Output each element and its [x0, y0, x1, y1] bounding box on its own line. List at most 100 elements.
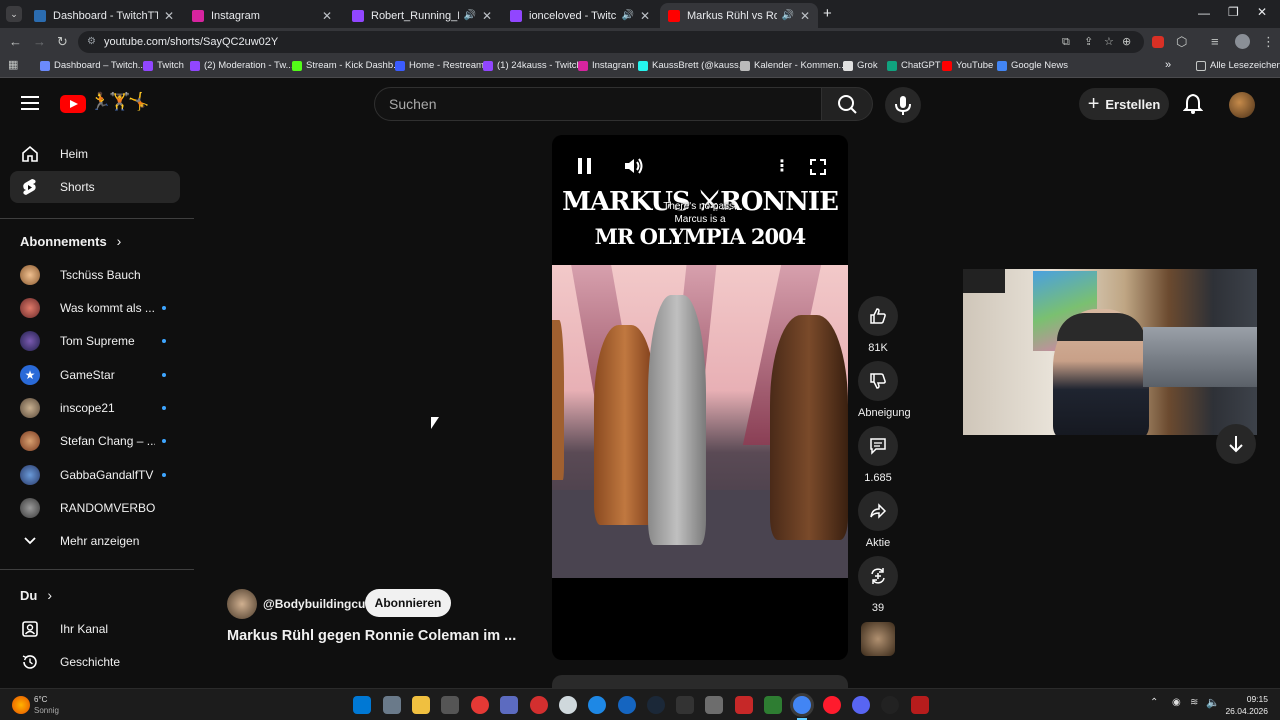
bookmark-item[interactable]: Instagram: [578, 60, 634, 71]
shorts-player[interactable]: ⋮ MARKUS ⚔RONNIE MR OLYMPIA 2004 There's…: [552, 135, 848, 660]
youtube-logo[interactable]: [60, 95, 86, 113]
taskbar-app-discord[interactable]: [852, 696, 870, 714]
taskbar-app-edge[interactable]: [618, 696, 636, 714]
taskbar-app-opera[interactable]: [823, 696, 841, 714]
next-short-button[interactable]: [1216, 424, 1256, 464]
bookmark-item[interactable]: (2) Moderation - Tw...: [190, 60, 294, 71]
fullscreen-icon[interactable]: [809, 158, 827, 176]
show-more-button[interactable]: Mehr anzeigen: [10, 525, 180, 557]
apps-grid-icon[interactable]: ▦: [8, 58, 18, 71]
taskbar-app-stream2[interactable]: [911, 696, 929, 714]
share-button[interactable]: [858, 491, 898, 531]
share-action[interactable]: Aktie: [858, 491, 898, 549]
network-icon[interactable]: ◉: [1172, 697, 1181, 708]
site-info-icon[interactable]: ⚙: [87, 31, 96, 53]
channel-name[interactable]: @Bodybuildingcut: [263, 597, 369, 611]
like-action[interactable]: 81K: [858, 296, 898, 354]
account-avatar[interactable]: [1229, 92, 1255, 118]
clock-date[interactable]: 26.04.2026: [1218, 706, 1268, 716]
taskbar-app-blue[interactable]: [588, 696, 606, 714]
taskbar-app-epic[interactable]: [676, 696, 694, 714]
audio-track-thumbnail[interactable]: [861, 622, 895, 656]
back-icon[interactable]: ←: [9, 34, 22, 49]
speaker-icon[interactable]: 🔊: [781, 10, 793, 21]
taskbar-app-red[interactable]: [471, 696, 489, 714]
bookmark-item[interactable]: Home - Restream: [395, 60, 484, 71]
bookmark-item[interactable]: Grok: [843, 60, 878, 71]
notifications-button[interactable]: [1182, 93, 1204, 120]
subscription-item[interactable]: GabbaGandalfTV: [10, 459, 180, 491]
more-options-icon[interactable]: ⋮: [774, 156, 790, 176]
voice-search-button[interactable]: [885, 87, 921, 123]
bookmark-item[interactable]: Kalender - Kommen...: [740, 60, 846, 71]
sidebar-item-home[interactable]: Heim: [10, 138, 180, 170]
tray-overflow-icon[interactable]: ⌃: [1150, 697, 1158, 708]
taskbar-app-calculator[interactable]: [383, 696, 401, 714]
start-button[interactable]: [353, 696, 371, 714]
profile-avatar[interactable]: [1235, 34, 1250, 49]
wifi-icon[interactable]: ≋: [1190, 697, 1198, 708]
bookmark-item[interactable]: Dashboard – Twitch...: [40, 60, 146, 71]
taskbar-app-black[interactable]: [881, 696, 899, 714]
subscriptions-header[interactable]: Abonnements ›: [20, 233, 121, 249]
search-input[interactable]: Suchen: [374, 87, 822, 121]
comments-button[interactable]: [858, 426, 898, 466]
more-bookmarks-icon[interactable]: »: [1165, 59, 1171, 71]
minimize-button[interactable]: —: [1198, 6, 1210, 20]
weather-temp[interactable]: 6°C: [34, 695, 47, 704]
tab-robert-running-dad[interactable]: Robert_Running_Dad - Twitch 🔊 ✕: [344, 3, 500, 28]
pause-icon[interactable]: [578, 158, 592, 174]
tab-dashboard[interactable]: Dashboard - TwitchTTS ✕: [26, 3, 182, 28]
next-short-preview[interactable]: [552, 675, 848, 688]
subscribe-button[interactable]: Abonnieren: [365, 589, 451, 617]
dislike-action[interactable]: Abneigung: [858, 361, 911, 419]
translate-icon[interactable]: ⧉: [1062, 31, 1070, 53]
media-control-icon[interactable]: ≡: [1211, 34, 1219, 49]
close-tab-icon[interactable]: ✕: [640, 9, 650, 23]
adblock-extension-icon[interactable]: [1152, 36, 1164, 48]
taskbar-app-steam[interactable]: [647, 696, 665, 714]
sidebar-item-history[interactable]: Geschichte: [10, 646, 180, 678]
close-tab-icon[interactable]: ✕: [164, 9, 174, 23]
tab-youtube-active[interactable]: Markus Rühl vs Ronnie Cole... 🔊 ✕: [660, 3, 818, 28]
sidebar-item-your-channel[interactable]: Ihr Kanal: [10, 613, 180, 645]
taskbar-app-recorder[interactable]: [530, 696, 548, 714]
new-tab-button[interactable]: +: [823, 5, 832, 22]
all-bookmarks-folder[interactable]: Alle Lesezeichen: [1196, 60, 1280, 71]
taskbar-app-chrome[interactable]: [793, 696, 811, 714]
sidebar-item-shorts[interactable]: Shorts: [10, 171, 180, 203]
extensions-icon[interactable]: ⬡: [1176, 34, 1187, 50]
browser-menu-icon[interactable]: ⋮: [1262, 34, 1275, 50]
speaker-icon[interactable]: 🔊: [621, 10, 633, 21]
menu-icon[interactable]: [21, 96, 39, 110]
address-bar[interactable]: ⚙ youtube.com/shorts/SayQC2uw02Y ⧉ ⇪ ☆ ⊕: [78, 31, 1144, 53]
close-tab-icon[interactable]: ✕: [482, 9, 492, 23]
bookmark-item[interactable]: ChatGPT: [887, 60, 941, 71]
subscription-item[interactable]: Was kommt als ...: [10, 292, 180, 324]
remix-action[interactable]: 39: [858, 556, 898, 614]
weather-icon[interactable]: [12, 696, 30, 714]
speaker-icon[interactable]: 🔊: [463, 10, 475, 21]
bookmark-item[interactable]: (1) 24kauss - Twitch: [483, 60, 582, 71]
subscription-item[interactable]: Tom Supreme: [10, 325, 180, 357]
taskbar-app-settings[interactable]: [705, 696, 723, 714]
like-button[interactable]: [858, 296, 898, 336]
taskbar-app-stream[interactable]: [735, 696, 753, 714]
reload-icon[interactable]: ↻: [57, 34, 68, 50]
taskbar-app-green[interactable]: [764, 696, 782, 714]
forward-icon[interactable]: →: [33, 34, 46, 49]
volume-icon[interactable]: [622, 155, 644, 177]
zoom-icon[interactable]: ⊕: [1122, 31, 1131, 53]
subscription-item[interactable]: ★ GameStar: [10, 359, 180, 391]
bookmark-star-icon[interactable]: ☆: [1104, 31, 1114, 53]
taskbar-app-mouse[interactable]: [441, 696, 459, 714]
tab-list-button[interactable]: ⌄: [6, 6, 22, 22]
tab-ionceloved[interactable]: ionceloved - Twitch 🔊 ✕: [502, 3, 658, 28]
comments-action[interactable]: 1.685: [858, 426, 898, 484]
channel-avatar[interactable]: [227, 589, 257, 619]
create-button[interactable]: + Erstellen: [1079, 88, 1169, 120]
tab-instagram[interactable]: Instagram ✕: [184, 3, 340, 28]
bookmark-item[interactable]: Stream - Kick Dashb...: [292, 60, 401, 71]
subscription-item[interactable]: inscope21: [10, 392, 180, 424]
bookmark-item[interactable]: Google News: [997, 60, 1068, 71]
